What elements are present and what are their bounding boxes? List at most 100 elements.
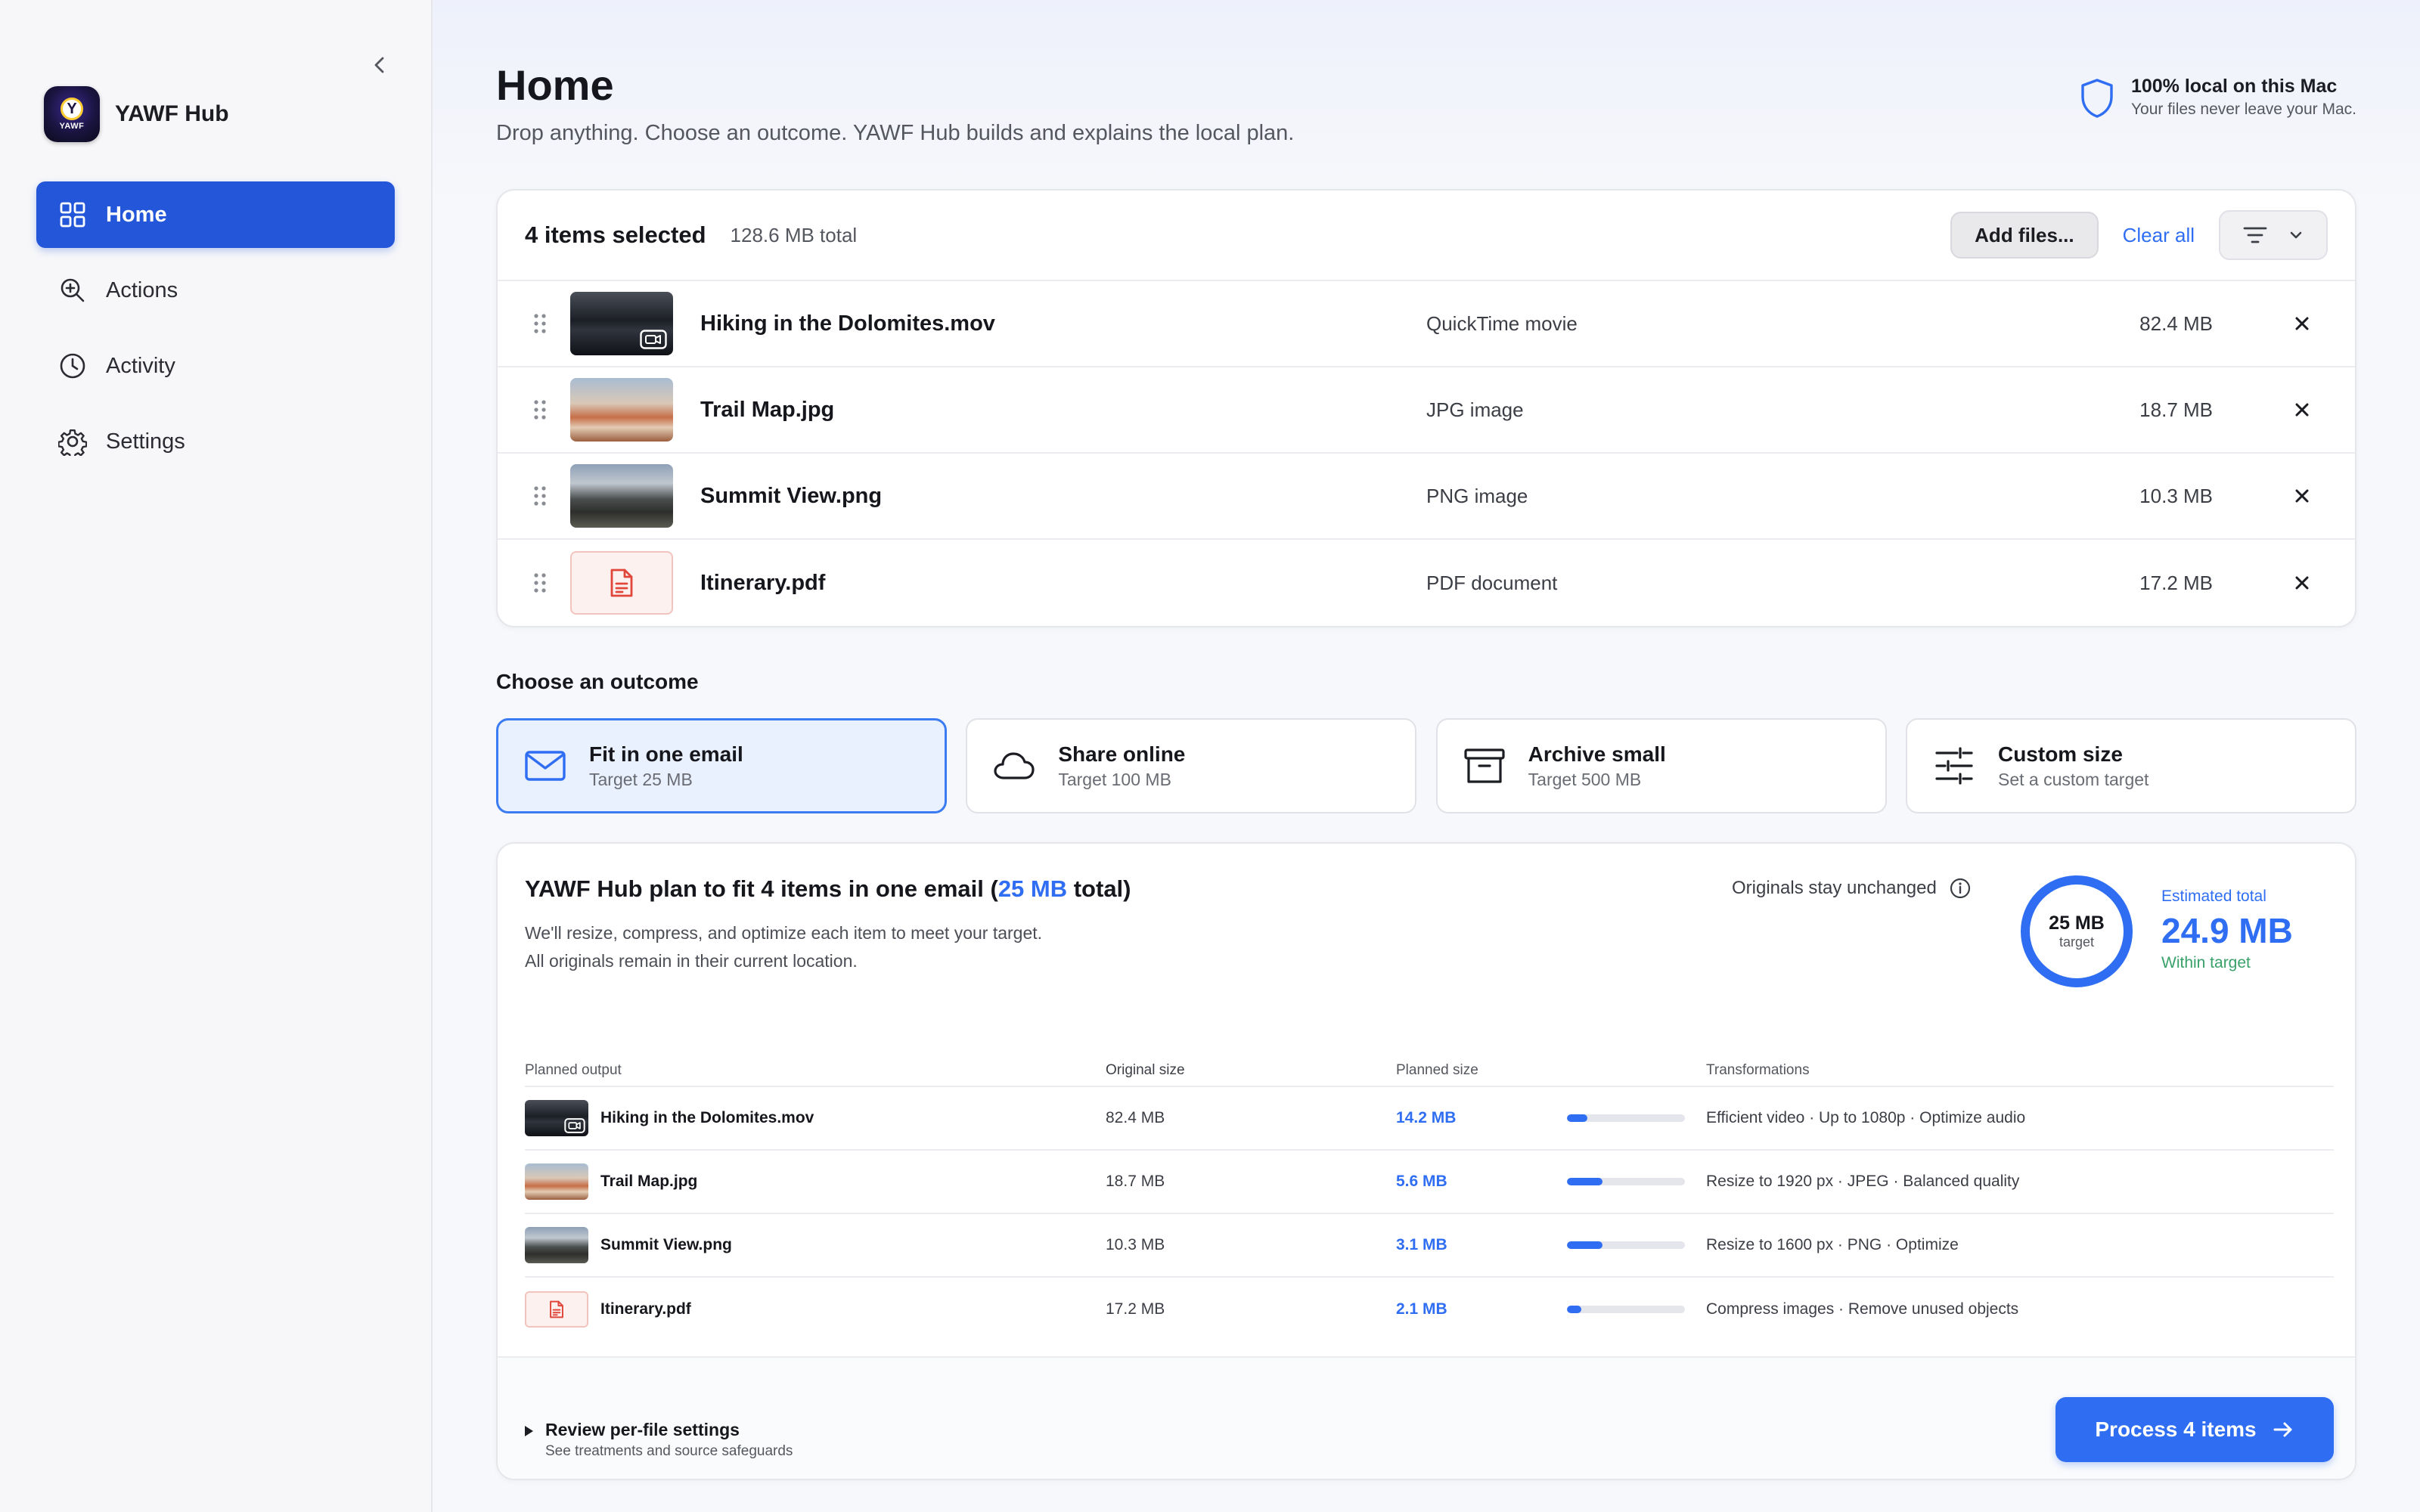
close-icon[interactable] — [2291, 572, 2313, 593]
size-ratio-bar — [1567, 1306, 1685, 1313]
size-ratio-fill — [1567, 1306, 1581, 1313]
pdf-document-icon — [610, 569, 633, 597]
files-header: 4 items selected 128.6 MB total Add file… — [498, 191, 2355, 281]
transformations: Resize to 1600 px · PNG · Optimize — [1706, 1236, 1959, 1253]
file-row[interactable]: Trail Map.jpg JPG image 18.7 MB — [498, 367, 2355, 454]
column-header: Original size — [1106, 1062, 1185, 1078]
outcome-target: Target 500 MB — [1528, 769, 1642, 789]
gear-icon — [57, 426, 88, 457]
plan-card: YAWF Hub plan to fit 4 items in one emai… — [496, 842, 2356, 1480]
info-icon[interactable] — [1949, 877, 1972, 900]
drag-handle-icon[interactable] — [529, 395, 551, 425]
estimated-label: Estimated total — [2161, 888, 2266, 905]
collapse-sidebar-button[interactable] — [366, 51, 393, 79]
originals-label: Originals stay unchanged — [1732, 878, 1937, 898]
size-ratio-fill — [1567, 1178, 1602, 1185]
transformations: Efficient video · Up to 1080p · Optimize… — [1706, 1109, 2026, 1126]
sliders-icon — [1933, 745, 1975, 787]
outcome-custom-size[interactable]: Custom size Set a custom target — [1905, 718, 2356, 813]
arrow-right-icon — [2273, 1422, 2292, 1437]
plan-title: YAWF Hub plan to fit 4 items in one emai… — [525, 875, 1131, 903]
process-items-button[interactable]: Process 4 items — [2055, 1397, 2334, 1462]
chevron-down-icon — [2290, 231, 2301, 239]
file-thumbnail — [570, 378, 673, 442]
file-row[interactable]: Itinerary.pdf PDF document 17.2 MB — [498, 540, 2355, 626]
items-count: 4 items selected — [525, 222, 706, 248]
close-icon[interactable] — [2291, 313, 2313, 334]
planned-file-name: Trail Map.jpg — [600, 1173, 698, 1190]
file-thumbnail — [525, 1291, 588, 1328]
pdf-document-icon — [550, 1300, 563, 1318]
close-icon[interactable] — [2291, 399, 2313, 420]
close-icon[interactable] — [2291, 485, 2313, 507]
planned-size: 5.6 MB — [1396, 1173, 1447, 1190]
add-files-button[interactable]: Add files... — [1950, 212, 2099, 259]
outcome-target: Set a custom target — [1997, 769, 2149, 789]
outcome-title: Fit in one email — [589, 742, 743, 766]
outcome-archive-small[interactable]: Archive small Target 500 MB — [1435, 718, 1887, 813]
file-row[interactable]: Summit View.png PNG image 10.3 MB — [498, 454, 2355, 540]
cloud-icon — [993, 745, 1035, 787]
sidebar-item-label: Settings — [106, 429, 185, 454]
sort-filter-menu[interactable] — [2219, 210, 2328, 260]
shield-icon — [2081, 79, 2113, 118]
process-button-label: Process 4 items — [2095, 1418, 2257, 1441]
sidebar-item-home[interactable]: Home — [36, 181, 395, 248]
original-size: 17.2 MB — [1106, 1300, 1165, 1318]
plan-description-line: All originals remain in their current lo… — [525, 951, 858, 971]
filter-lines-icon — [2243, 227, 2266, 243]
plan-footer: Review per-file settings See treatments … — [498, 1356, 2355, 1479]
video-camera-icon — [564, 1118, 585, 1133]
file-thumbnail — [570, 551, 673, 615]
size-ratio-bar — [1567, 1241, 1685, 1249]
envelope-icon — [524, 745, 566, 787]
sidebar-item-label: Actions — [106, 277, 178, 302]
review-settings-disclosure[interactable]: Review per-file settings See treatments … — [525, 1420, 793, 1460]
size-ratio-fill — [1567, 1241, 1602, 1249]
plan-table-header: Planned output Original size Planned siz… — [525, 1055, 2334, 1087]
page-title: Home — [496, 61, 614, 109]
outcome-title: Share online — [1058, 742, 1186, 766]
sidebar-nav: Home Actions Activity Settings — [36, 181, 395, 484]
file-thumbnail — [525, 1100, 588, 1136]
outcome-share-online[interactable]: Share online Target 100 MB — [966, 718, 1417, 813]
outcome-options: Fit in one email Target 25 MB Share onli… — [496, 718, 2356, 813]
file-size: 82.4 MB — [2139, 311, 2213, 335]
sidebar-item-actions[interactable]: Actions — [36, 257, 395, 324]
drag-handle-icon[interactable] — [529, 308, 551, 339]
plan-description-line: We'll resize, compress, and optimize eac… — [525, 923, 1043, 943]
file-thumbnail — [525, 1227, 588, 1263]
transformations: Resize to 1920 px · JPEG · Balanced qual… — [1706, 1173, 2020, 1190]
main-content: Home Drop anything. Choose an outcome. Y… — [433, 0, 2420, 1512]
outcome-section-label: Choose an outcome — [496, 670, 699, 693]
planned-file-name: Itinerary.pdf — [600, 1300, 691, 1318]
drag-handle-icon[interactable] — [529, 568, 551, 598]
file-size: 10.3 MB — [2139, 484, 2213, 507]
column-header: Transformations — [1706, 1062, 1810, 1078]
originals-note: Originals stay unchanged — [1732, 877, 1972, 900]
file-row[interactable]: Hiking in the Dolomites.mov QuickTime mo… — [498, 281, 2355, 367]
file-type: PDF document — [1426, 571, 1558, 594]
sidebar-item-label: Activity — [106, 353, 175, 378]
plan-title-suffix: total) — [1067, 875, 1131, 902]
file-thumbnail — [525, 1163, 588, 1200]
gauge-caption: target — [2059, 934, 2095, 950]
items-total-size: 128.6 MB total — [730, 223, 858, 246]
original-size: 10.3 MB — [1106, 1236, 1165, 1253]
sidebar-item-activity[interactable]: Activity — [36, 333, 395, 399]
clear-all-button[interactable]: Clear all — [2123, 224, 2195, 247]
privacy-badge: 100% local on this Mac Your files never … — [2078, 76, 2356, 119]
planned-size: 2.1 MB — [1396, 1300, 1447, 1318]
sidebar-item-settings[interactable]: Settings — [36, 408, 395, 475]
clock-icon — [57, 351, 88, 381]
file-name: Itinerary.pdf — [700, 570, 826, 595]
outcome-fit-in-email[interactable]: Fit in one email Target 25 MB — [496, 718, 947, 813]
table-row: Hiking in the Dolomites.mov 82.4 MB 14.2… — [525, 1087, 2334, 1151]
selected-files-card: 4 items selected 128.6 MB total Add file… — [496, 189, 2356, 627]
drag-handle-icon[interactable] — [529, 481, 551, 511]
plan-title-prefix: YAWF Hub plan to fit 4 items in one emai… — [525, 875, 998, 902]
privacy-subtitle: Your files never leave your Mac. — [2130, 101, 2356, 118]
size-ratio-bar — [1567, 1114, 1685, 1122]
estimated-value: 24.9 MB — [2161, 911, 2293, 950]
column-header: Planned size — [1396, 1062, 1478, 1078]
